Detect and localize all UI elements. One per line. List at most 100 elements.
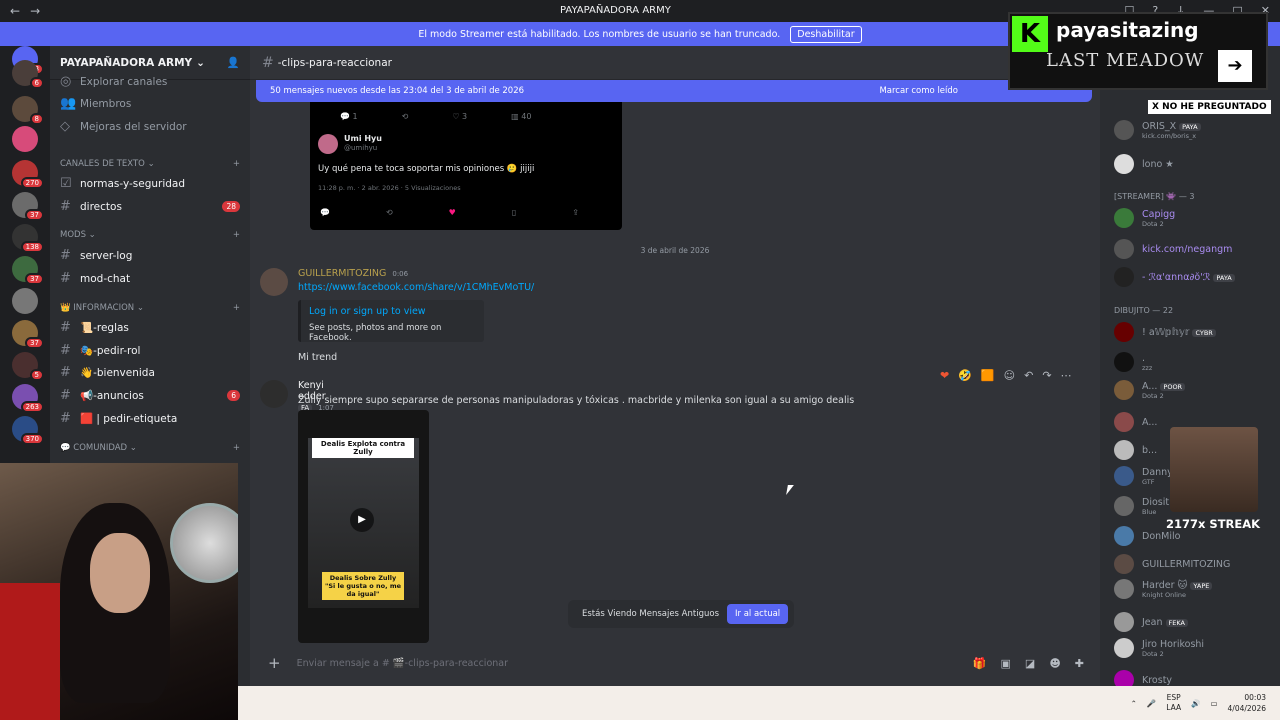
server-icon[interactable] [12,288,38,314]
category-mods[interactable]: MODS ⌄ + [60,230,240,240]
message-author[interactable]: GUILLERMITOZING 0:06 [298,268,408,279]
server-icon[interactable]: 5 [12,352,44,381]
volume-icon[interactable]: 🔊 [1191,699,1200,708]
member-item[interactable]: Harder 🐱 YAPE Knight Online [1114,579,1274,599]
server-icon[interactable]: 370 [12,416,44,445]
avatar[interactable] [260,268,288,296]
members-item[interactable]: 👥 Miembros [60,96,240,111]
embed-title[interactable]: Log in or sign up to view [309,306,476,317]
avatar [1114,322,1134,342]
disable-streamer-button[interactable]: Deshabilitar [790,25,862,43]
member-item[interactable]: . zzz [1114,352,1274,372]
jump-to-present-button[interactable]: Ir al actual [727,604,789,624]
play-icon[interactable]: ▶ [350,508,374,532]
channel-label: Miembros [80,97,132,110]
add-channel-icon[interactable]: + [233,303,240,313]
member-item[interactable]: Jiro Horikoshi Dota 2 [1114,638,1274,658]
add-channel-icon[interactable]: + [233,159,240,169]
tweet-text: Uy qué pena te toca soportar mis opinion… [318,164,535,174]
channel-anuncios[interactable]: # 📢-anuncios 6 [60,388,240,403]
message-text: Mi trend [298,352,338,363]
laugh-reaction-icon[interactable]: 🤣 [958,369,972,382]
server-icon[interactable]: 6 [12,60,44,89]
apps-icon[interactable]: ✚ [1075,657,1084,670]
member-item[interactable]: Jean FEKA [1114,612,1274,632]
bookmark-icon[interactable]: ▯ [512,208,516,217]
member-item[interactable]: Capigg Dota 2 [1114,208,1274,228]
add-member-icon[interactable]: 👤 [227,56,240,69]
reply-icon[interactable]: ↶ [1024,369,1033,382]
server-boost-item[interactable]: ◇ Mejoras del servidor [60,119,240,134]
link-embed[interactable]: Log in or sign up to view See posts, pho… [298,300,484,343]
custom-reaction-icon[interactable]: 🟧 [981,369,995,382]
sticker-icon[interactable]: ◪ [1025,657,1035,670]
add-reaction-icon[interactable]: ☺ [1004,369,1015,382]
gift-icon[interactable]: 🎁 [973,657,987,670]
add-attachment-icon[interactable]: + [268,654,281,672]
heart-reaction-icon[interactable]: ❤ [940,369,949,382]
forward-icon[interactable]: ↷ [1042,369,1051,382]
member-item[interactable]: ORIS_X PAYA kick.com/boris_x [1114,120,1274,140]
emoji-icon[interactable]: ☻ [1049,657,1060,670]
add-channel-icon[interactable]: + [233,230,240,240]
channel-pedir-rol[interactable]: # 🎭-pedir-rol [60,343,240,358]
channel-pedir-etiqueta[interactable]: # 🟥 | pedir-etiqueta [60,411,240,426]
back-arrow-icon[interactable]: ← [10,4,20,18]
member-item[interactable]: - ℛα'αnnα∂ŏ'ℛ PAYA [1114,267,1274,287]
unread-badge: 370 [20,433,44,445]
new-messages-bar[interactable]: 50 mensajes nuevos desde las 23:04 del 3… [256,80,1092,102]
channel-bienvenida[interactable]: # 👋-bienvenida [60,365,240,380]
message-composer[interactable]: + Enviar mensaje a # 🎬-clips-para-reacci… [258,650,1092,676]
member-tag: PAYA [1179,122,1201,131]
server-icon[interactable] [12,126,38,152]
forward-arrow-icon[interactable]: → [30,4,40,18]
microphone-icon[interactable]: 🎤 [1147,699,1156,708]
network-icon[interactable]: ▭ [1210,699,1217,708]
category-informacion[interactable]: 👑 INFORMACION ⌄ + [60,303,240,313]
avatar[interactable] [260,380,288,408]
chevron-up-icon[interactable]: ⌃ [1131,699,1137,708]
channel-normas[interactable]: ☑ normas-y-seguridad [60,176,240,191]
channel-server-log[interactable]: # server-log [60,248,240,263]
retweet-icon[interactable]: ⟲ [386,208,393,217]
video-attachment[interactable]: Dealis Explota contra Zully ▶ Dealis Sob… [298,410,429,643]
server-icon[interactable]: 263 [12,384,44,413]
clock[interactable]: 00:03 4/04/2026 [1228,692,1266,714]
server-icon[interactable]: 37 [12,256,44,285]
heart-icon[interactable]: ♥ [449,208,456,217]
server-icon[interactable]: 8 [12,96,44,125]
reply-icon[interactable]: 💬 [320,208,330,217]
message-input[interactable]: Enviar mensaje a # 🎬-clips-para-reaccion… [297,658,508,669]
server-icon[interactable]: 138 [12,224,44,253]
member-item[interactable]: kick.com/negangm [1114,239,1274,259]
channel-mod-chat[interactable]: # mod-chat [60,271,240,286]
category-text-channels[interactable]: Canales de texto ⌄ + [60,159,240,169]
member-item[interactable]: lono ★ [1114,154,1274,174]
gif-icon[interactable]: ▣ [1001,657,1011,670]
add-channel-icon[interactable]: + [233,443,240,453]
channel-directos[interactable]: # directos 28 [60,199,240,214]
member-name: b... [1142,444,1158,456]
unread-badge: 37 [25,273,44,285]
more-options-icon[interactable]: ⋯ [1061,369,1072,382]
member-status: zzz [1142,363,1153,372]
browse-channels-item[interactable]: ◎ Explorar canales [60,74,240,89]
message-link[interactable]: https://www.facebook.com/share/v/1CMhEvM… [298,282,534,293]
boost-icon: ◇ [60,119,70,134]
streak-overlay: 2177x STREAK [1166,427,1260,535]
tweet-embed[interactable]: 💬 1 ⟲ ♡ 3 ▥ 40 Umi Hyu @umihyu Uy qué pe… [310,102,622,230]
member-item[interactable]: A... POOR Dota 2 [1114,380,1274,400]
member-item[interactable]: ! a𝕎𝕡𝕙𝕪𝕣 CYBR [1114,322,1274,342]
server-icon[interactable]: 37 [12,192,44,221]
retweet-icon[interactable]: ⟲ [402,112,409,121]
server-icon[interactable]: 270 [12,160,44,189]
language-indicator[interactable]: ESP LAA [1166,693,1181,713]
member-item[interactable]: GUILLERMITOZING [1114,554,1274,574]
kick-logo-icon: K [1012,16,1048,52]
share-icon[interactable]: ⇪ [572,208,579,217]
tweet-actions-row: 💬 1 ⟲ ♡ 3 ▥ 40 [340,112,531,121]
channel-reglas[interactable]: # 📜-reglas [60,320,240,335]
server-icon[interactable]: 37 [12,320,44,349]
category-comunidad[interactable]: 💬 COMUNIDAD ⌄ + [60,443,240,453]
mark-as-read-button[interactable]: Marcar como leído [879,86,958,96]
